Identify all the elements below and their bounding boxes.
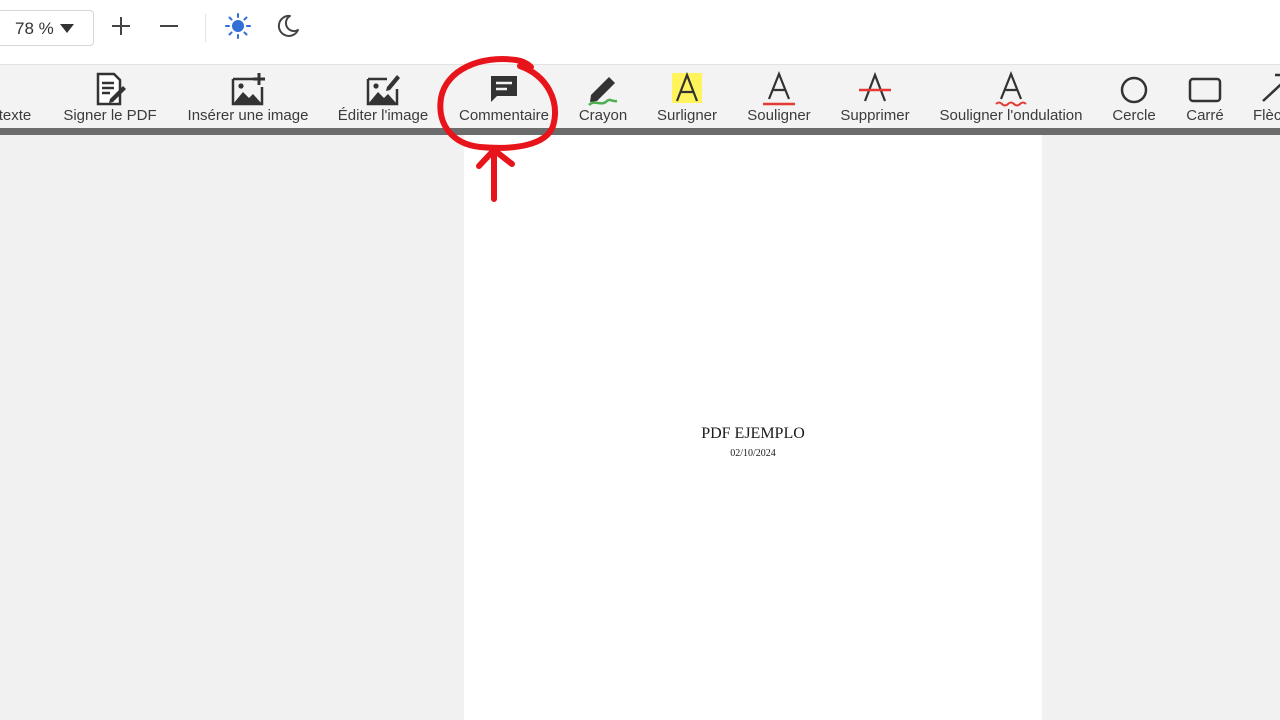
circle-icon bbox=[1114, 69, 1154, 109]
tool-insert-image[interactable]: Insérer une image bbox=[178, 65, 318, 129]
zoom-in-button[interactable] bbox=[105, 12, 137, 44]
tool-comment[interactable]: Commentaire bbox=[449, 65, 559, 129]
pdf-page[interactable]: PDF EJEMPLO 02/10/2024 bbox=[464, 135, 1042, 720]
toolbar-divider bbox=[0, 128, 1280, 135]
document-title: PDF EJEMPLO bbox=[701, 425, 805, 442]
document-date: 02/10/2024 bbox=[730, 448, 776, 459]
annotation-toolbar: texte Signer le PDF Insérer une image Éd… bbox=[0, 65, 1280, 129]
square-icon bbox=[1185, 69, 1225, 109]
zoom-value: 78 % bbox=[15, 19, 54, 38]
tool-wavy-underline[interactable]: Souligner l'ondulation bbox=[931, 65, 1091, 129]
wavy-underline-icon bbox=[991, 69, 1031, 109]
tool-highlight[interactable]: Surligner bbox=[647, 65, 727, 129]
tool-label: Carré bbox=[1186, 107, 1224, 124]
image-edit-icon bbox=[363, 69, 403, 109]
tool-label: Cercle bbox=[1112, 107, 1156, 124]
document-viewer[interactable]: PDF EJEMPLO 02/10/2024 bbox=[0, 135, 1280, 720]
tool-underline[interactable]: Souligner bbox=[738, 65, 820, 129]
underline-icon bbox=[759, 69, 799, 109]
tool-sign-pdf[interactable]: Signer le PDF bbox=[55, 65, 165, 129]
tool-label: Souligner bbox=[747, 107, 811, 124]
tool-label: Souligner l'ondulation bbox=[939, 107, 1083, 124]
arrow-icon bbox=[1257, 69, 1280, 109]
tool-pencil[interactable]: Crayon bbox=[563, 65, 643, 129]
tool-arrow[interactable]: Flèc bbox=[1245, 65, 1280, 129]
tool-label: Éditer l'image bbox=[337, 107, 429, 124]
minus-icon bbox=[158, 15, 180, 42]
sun-icon bbox=[224, 12, 252, 45]
plus-icon bbox=[110, 15, 132, 42]
moon-icon bbox=[275, 13, 301, 44]
tool-label: Commentaire bbox=[458, 107, 550, 124]
tool-label: Flèc bbox=[1253, 107, 1280, 124]
top-bar: 78 % bbox=[0, 0, 1280, 65]
tool-text[interactable]: texte bbox=[0, 65, 50, 129]
image-add-icon bbox=[228, 69, 268, 109]
light-theme-button[interactable] bbox=[222, 12, 254, 44]
tool-circle[interactable]: Cercle bbox=[1104, 65, 1164, 129]
tool-label: Insérer une image bbox=[187, 107, 309, 124]
zoom-out-button[interactable] bbox=[153, 12, 185, 44]
tool-strikethrough[interactable]: Supprimer bbox=[832, 65, 918, 129]
dark-theme-button[interactable] bbox=[272, 12, 304, 44]
highlight-icon bbox=[667, 69, 707, 109]
zoom-select[interactable]: 78 % bbox=[0, 10, 94, 46]
tool-label: Signer le PDF bbox=[63, 107, 157, 124]
tool-square[interactable]: Carré bbox=[1175, 65, 1235, 129]
comment-icon bbox=[484, 69, 524, 109]
tool-label: texte bbox=[0, 107, 32, 124]
sign-document-icon bbox=[90, 69, 130, 109]
pencil-icon bbox=[583, 69, 623, 109]
tool-label: Surligner bbox=[656, 107, 718, 124]
strikethrough-icon bbox=[855, 69, 895, 109]
tool-label: Supprimer bbox=[840, 107, 910, 124]
chevron-down-icon bbox=[59, 21, 75, 39]
divider bbox=[205, 14, 206, 42]
tool-label: Crayon bbox=[578, 107, 628, 124]
tool-edit-image[interactable]: Éditer l'image bbox=[328, 65, 438, 129]
